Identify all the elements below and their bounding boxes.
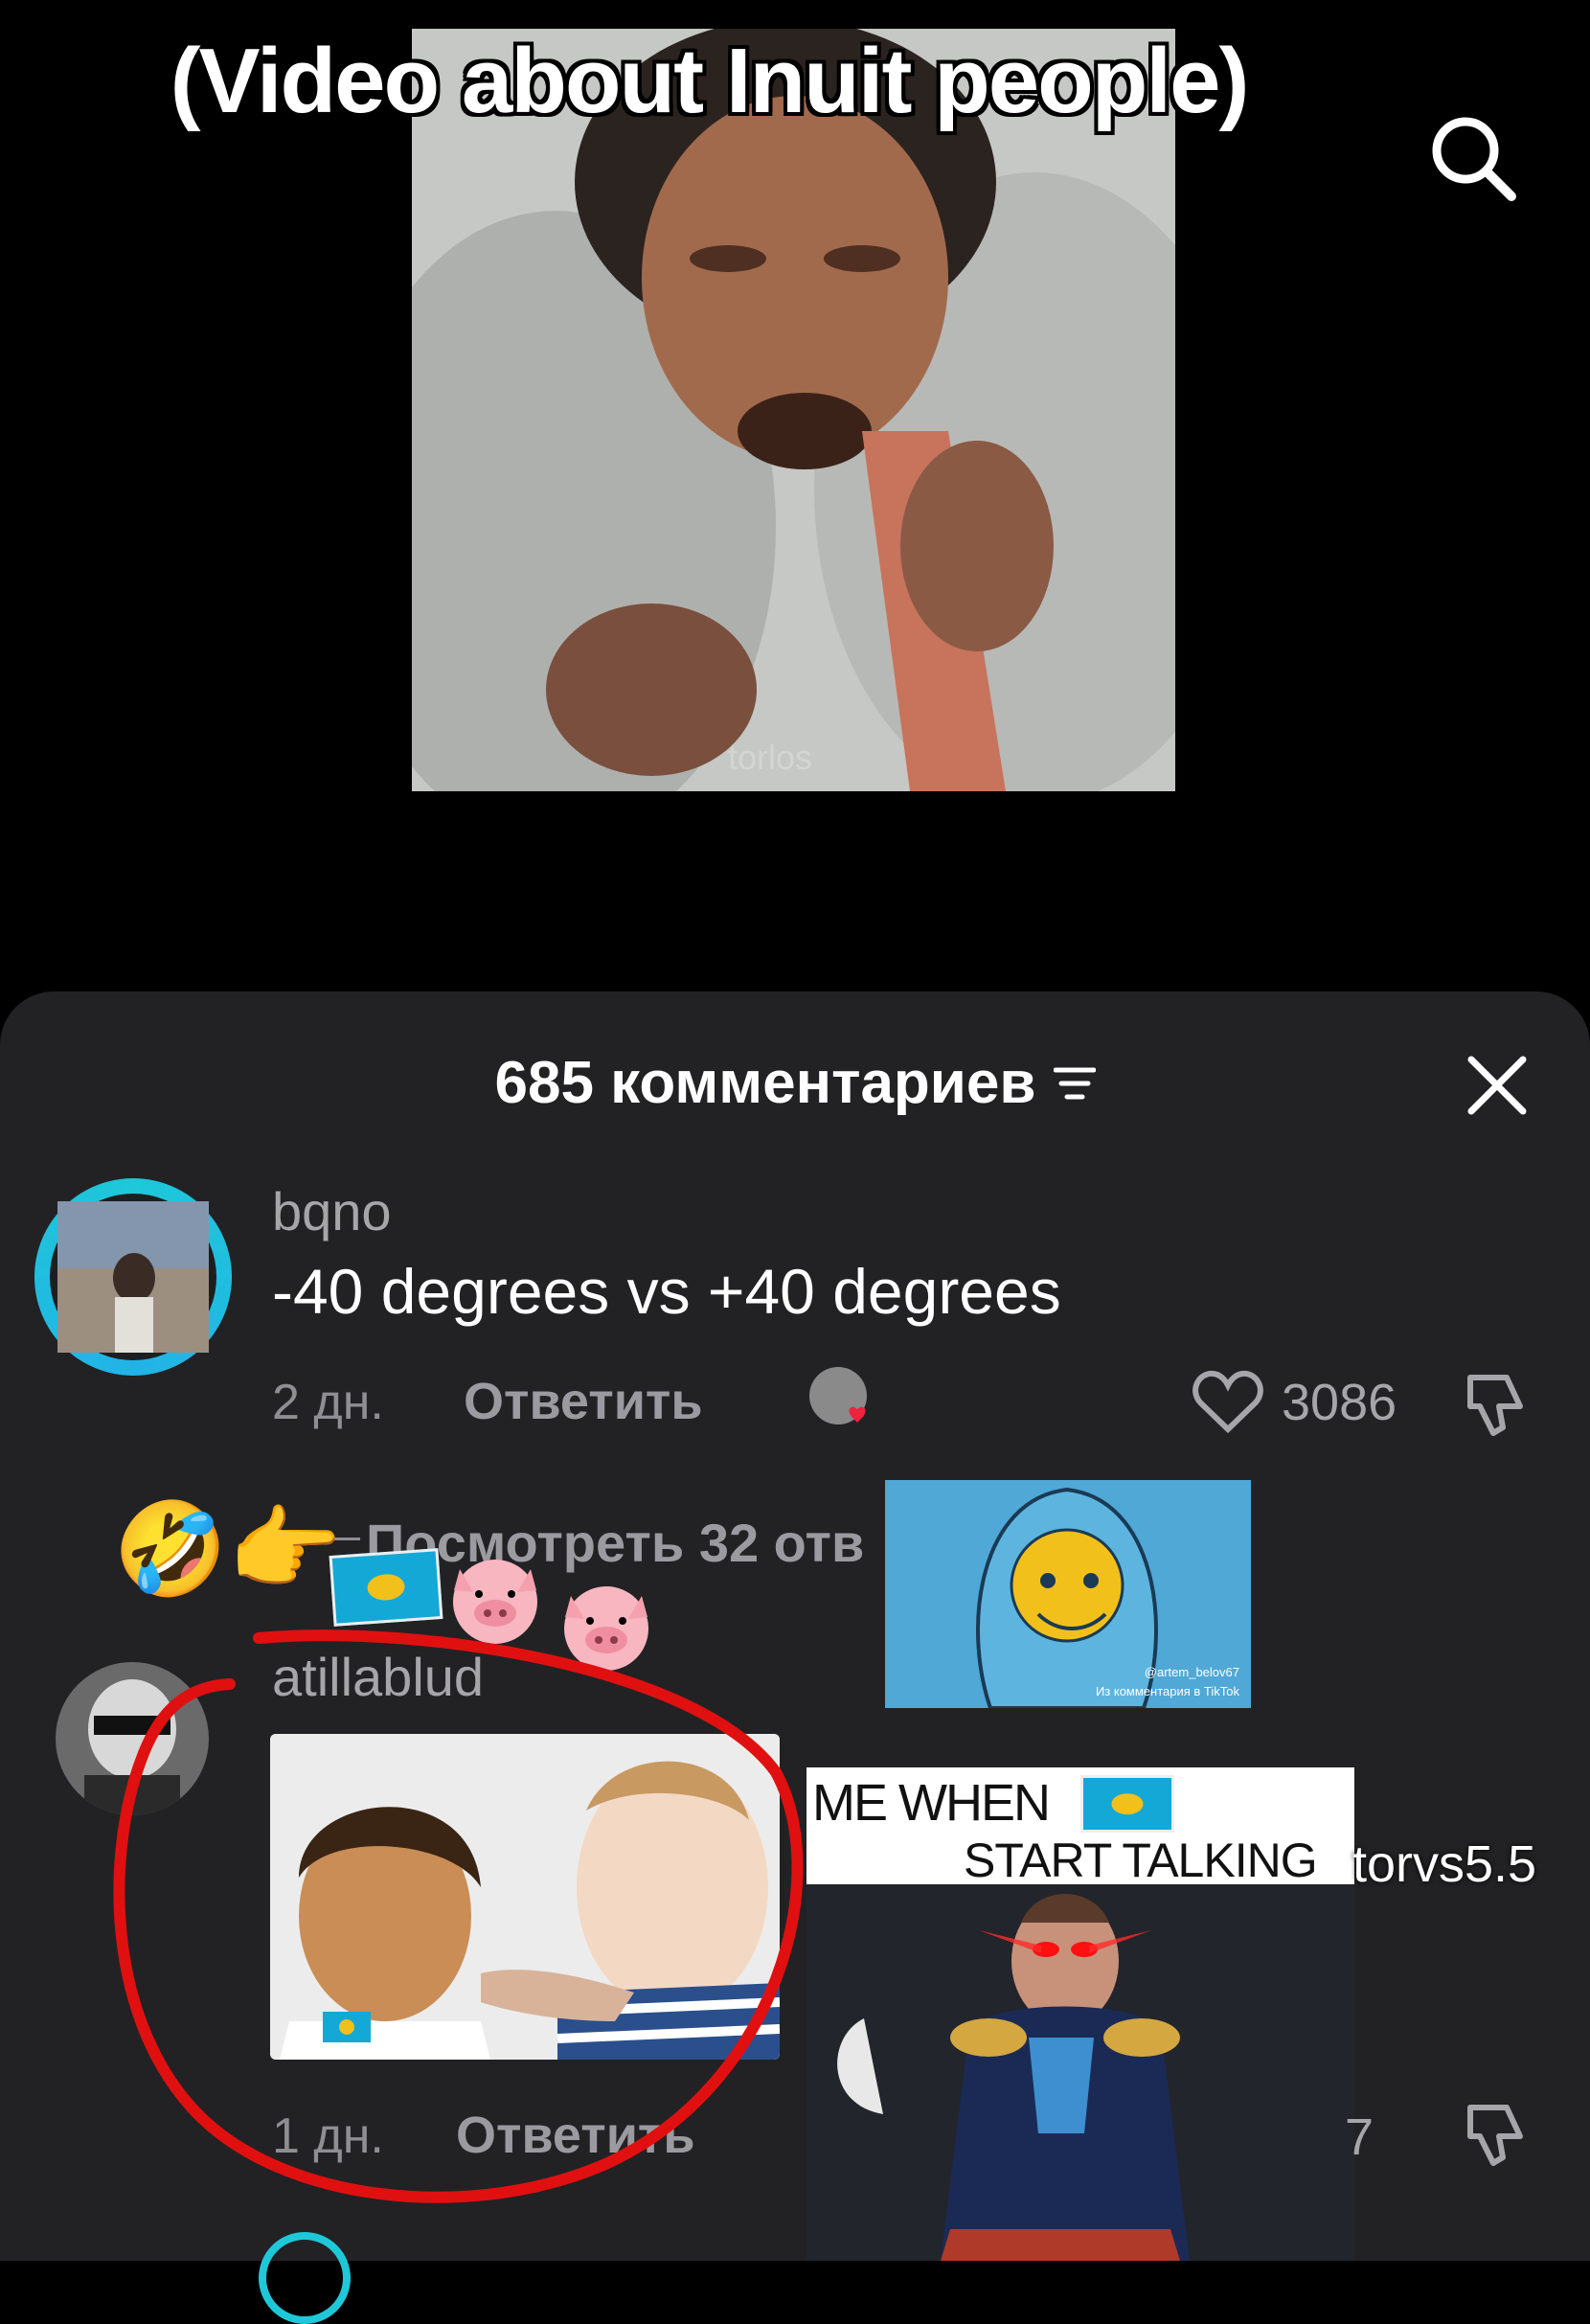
- comment-text: -40 degrees vs +40 degrees: [272, 1256, 1061, 1327]
- meme-caption-line1: ME WHEN: [812, 1774, 1051, 1832]
- tsar-portrait: [806, 1884, 1354, 2261]
- comments-header: 685 комментариев: [0, 1049, 1590, 1117]
- like-count: 7: [1345, 2108, 1374, 2166]
- avatar[interactable]: [57, 1201, 209, 1353]
- dislike-icon[interactable]: [1461, 1370, 1532, 1441]
- creator-avatar-heart-icon: [809, 1367, 867, 1424]
- comment-username[interactable]: bqno: [272, 1180, 392, 1242]
- meme-sticker-wojak: @artem_belov67 Из комментария в TikTok: [885, 1480, 1251, 1708]
- close-icon[interactable]: [1465, 1054, 1529, 1117]
- red-circle-annotation: [113, 1629, 804, 2203]
- kazakhstan-flag-icon: [329, 1548, 443, 1627]
- reply-button[interactable]: Ответить: [464, 1372, 703, 1431]
- next-avatar-ring[interactable]: [259, 2232, 351, 2324]
- search-icon[interactable]: [1425, 110, 1521, 206]
- meme-side-text: torvs5.5: [1352, 1835, 1537, 1893]
- meme-footer: Из комментария в TikTok: [1095, 1684, 1239, 1698]
- comments-count-label: 685 комментариев: [494, 1050, 1036, 1116]
- creator-liked-badge: [807, 1365, 878, 1436]
- heart-icon[interactable]: [1192, 1370, 1263, 1433]
- view-replies-button[interactable]: Посмотреть 32 отв: [366, 1512, 864, 1574]
- video-watermark: torlos: [728, 738, 813, 777]
- filter-icon[interactable]: [1053, 1064, 1096, 1103]
- kazakhstan-flag-icon: [1080, 1775, 1174, 1833]
- dislike-icon[interactable]: [1461, 2100, 1532, 2171]
- like-count: 3086: [1282, 1374, 1397, 1431]
- meme-credit: @artem_belov67: [1144, 1665, 1239, 1679]
- video-still: [412, 29, 1175, 791]
- meme-caption-line2: START TALKING: [964, 1834, 1318, 1887]
- avatar-photo: [57, 1201, 209, 1353]
- comment-age: 2 дн.: [272, 1375, 384, 1430]
- video-caption: (Video about Inuit people): [170, 30, 1250, 132]
- video-frame[interactable]: [412, 29, 1175, 791]
- comments-count-title[interactable]: 685 комментариев: [494, 1049, 1096, 1117]
- meme-sticker-tsar: ME WHEN START TALKING: [806, 1767, 1354, 2261]
- emoji-stickers: 🤣👉: [113, 1498, 343, 1601]
